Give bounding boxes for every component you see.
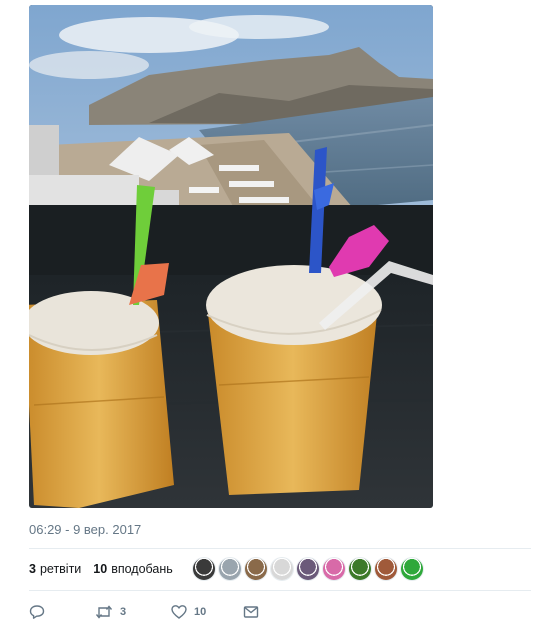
reply-icon [29,605,45,619]
tweet-stats: 3 ретвіти 10 вподобань [29,549,531,589]
liker-avatar[interactable] [374,558,397,580]
like-label: вподобань [111,562,173,576]
like-count: 10 [93,562,108,576]
like-button[interactable]: 10 [171,604,243,620]
liker-avatar[interactable] [296,558,319,580]
like-count-stat[interactable]: 10 вподобань [93,562,172,576]
retweet-count-stat[interactable]: 3 ретвіти [29,562,81,576]
liker-avatar[interactable] [348,558,371,580]
liker-avatars [192,558,427,580]
liker-avatar[interactable] [244,558,267,580]
liker-avatar[interactable] [218,558,241,580]
heart-icon [171,605,187,619]
retweet-label: ретвіти [39,562,82,576]
liker-avatar[interactable] [270,558,293,580]
liker-avatar[interactable] [322,558,345,580]
retweet-action-count: 3 [120,606,127,618]
retweet-icon [95,605,113,619]
tweet-timestamp[interactable]: 06:29 - 9 вер. 2017 [29,522,141,537]
liker-avatar[interactable] [400,558,423,580]
reply-button[interactable] [29,604,95,620]
liker-avatar[interactable] [192,558,215,580]
retweet-count: 3 [29,562,36,576]
tweet-actions: 3 10 [29,600,531,624]
like-action-count: 10 [194,606,207,618]
direct-message-button[interactable] [243,604,259,620]
divider-bottom [29,590,531,591]
retweet-button[interactable]: 3 [95,604,171,620]
envelope-icon [243,606,259,618]
tweet-photo[interactable] [29,5,433,508]
